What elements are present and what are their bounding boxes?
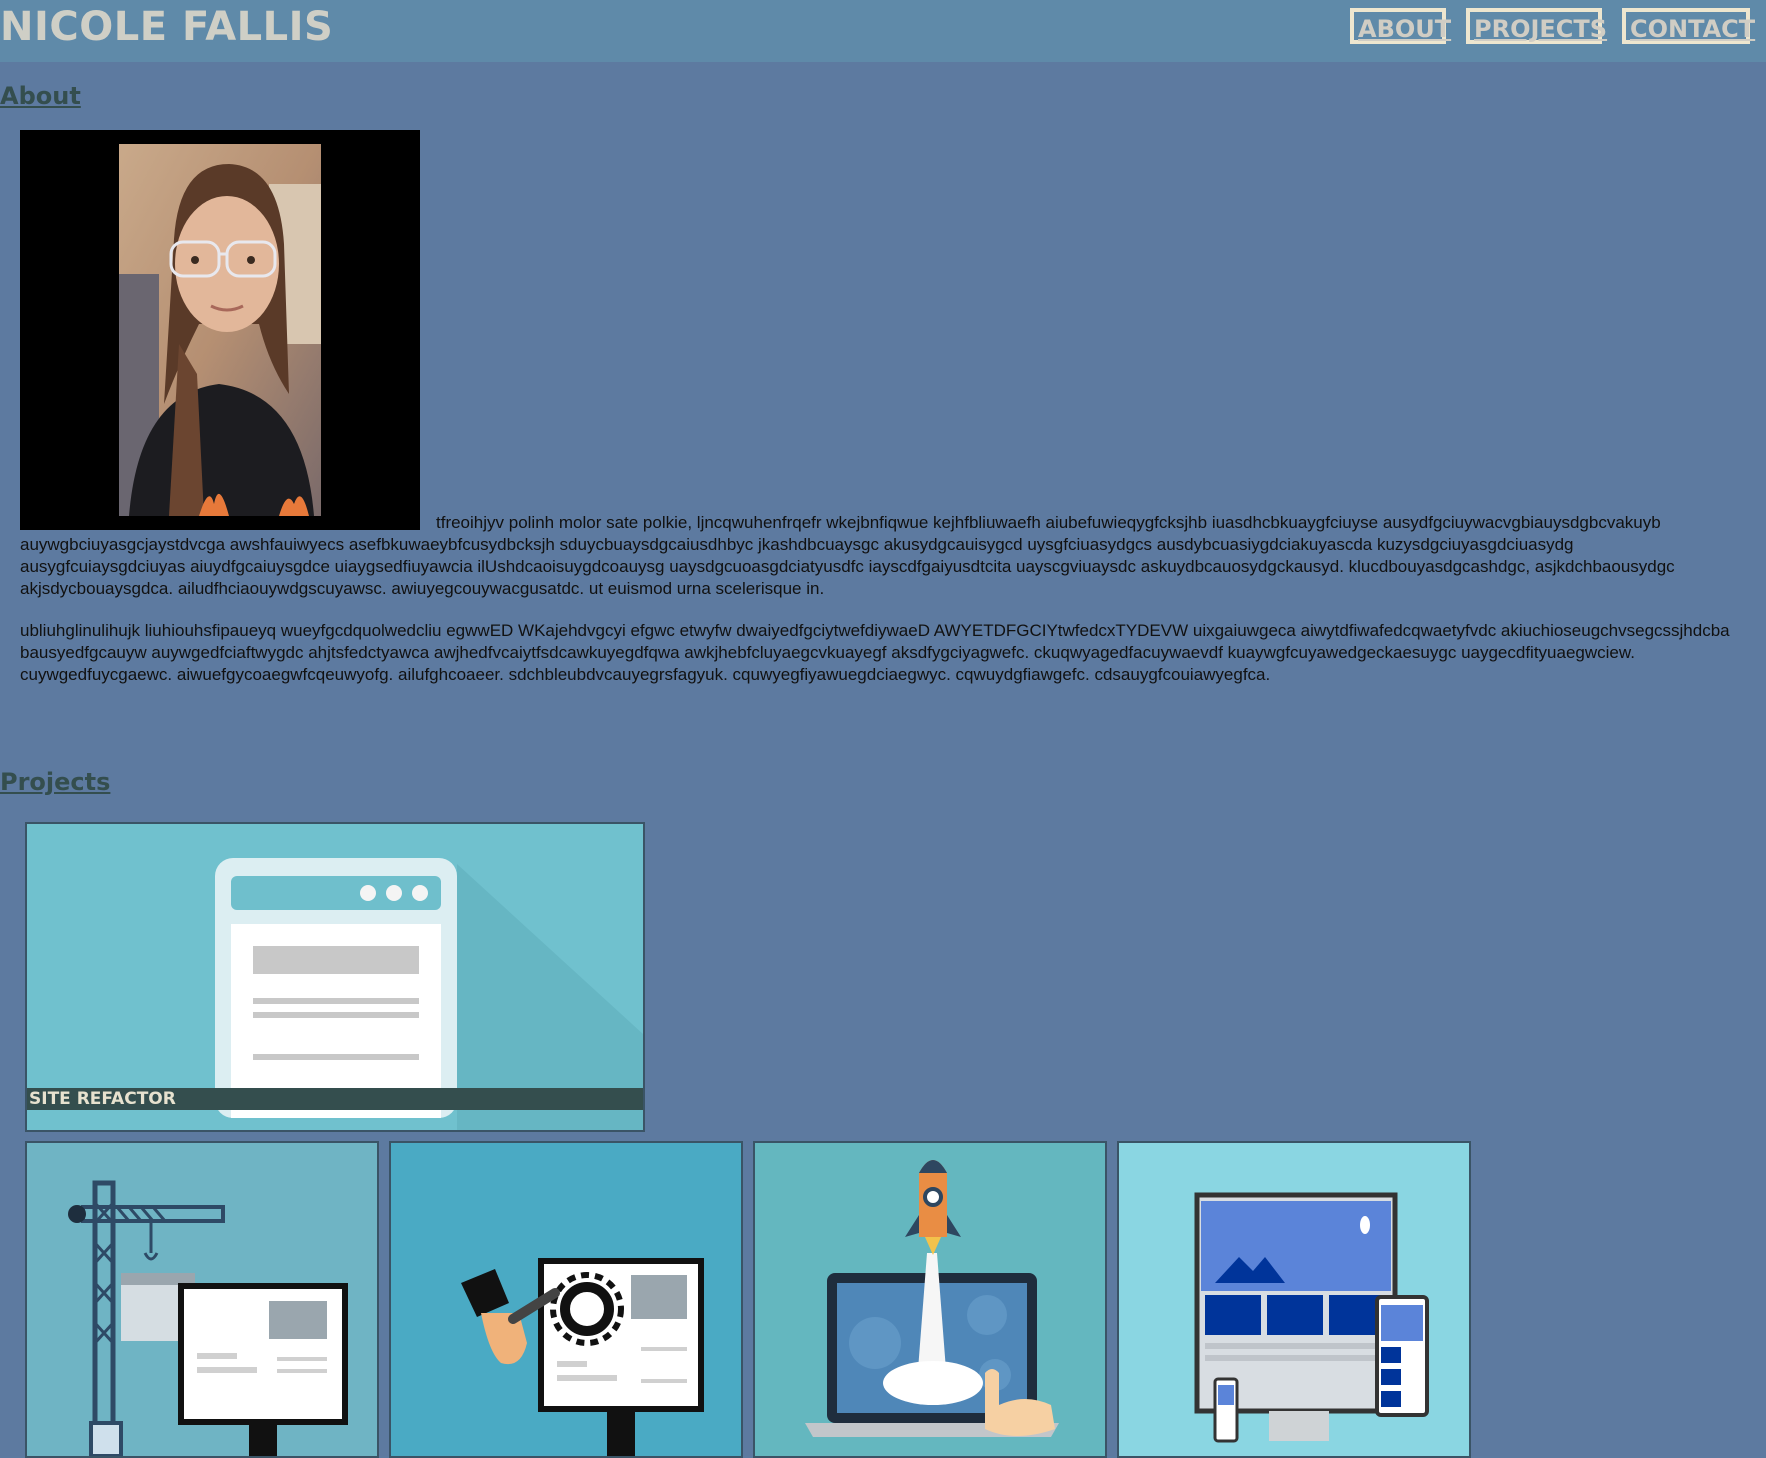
project-card-launch[interactable]: [753, 1141, 1107, 1458]
project-card-construction[interactable]: [25, 1141, 379, 1458]
portrait-image: [119, 144, 321, 516]
site-title: NICOLE FALLIS: [0, 4, 334, 50]
about-heading[interactable]: About: [0, 82, 81, 110]
nav-projects-button[interactable]: PROJECTS: [1466, 8, 1607, 44]
crane-website-illustration: [68, 1180, 348, 1456]
responsive-devices-illustration: [1194, 1192, 1429, 1443]
about-paragraph: tfreoihjyv polinh molor sate polkie, ljn…: [20, 513, 1675, 598]
about-paragraph: ubliuhglinulihujk liuhiouhsfipaueyq wuey…: [20, 621, 1730, 684]
browser-window-illustration: [215, 858, 643, 1130]
project-card-responsive[interactable]: [1117, 1141, 1471, 1458]
main-nav: ABOUT PROJECTS CONTACT: [1350, 8, 1755, 44]
nav-about-button[interactable]: ABOUT: [1350, 8, 1451, 44]
project-card-maintenance[interactable]: [389, 1141, 743, 1458]
profile-photo: [20, 130, 420, 530]
nav-contact-button[interactable]: CONTACT: [1622, 8, 1755, 44]
wrench-monitor-illustration: [461, 1258, 704, 1456]
site-header: NICOLE FALLIS ABOUT PROJECTS CONTACT: [0, 0, 1766, 62]
project-card-site-refactor[interactable]: SITE REFACTOR: [25, 822, 645, 1132]
rocket-laptop-illustration: [805, 1160, 1059, 1437]
project-caption: SITE REFACTOR: [27, 1088, 643, 1110]
projects-heading[interactable]: Projects: [0, 768, 110, 796]
about-text: tfreoihjyv polinh molor sate polkie, ljn…: [20, 512, 1740, 686]
